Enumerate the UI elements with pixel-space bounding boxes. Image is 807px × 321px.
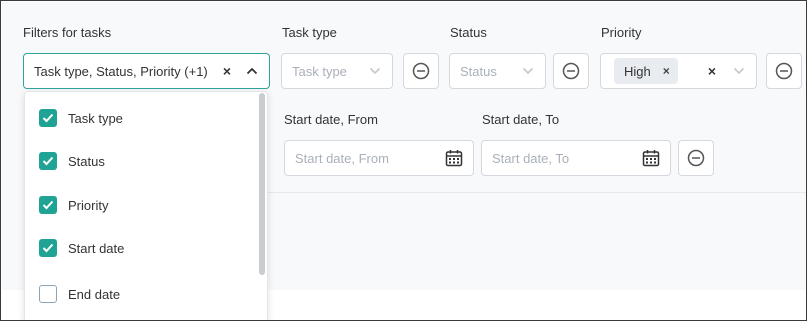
option-label: Task type [68, 110, 123, 126]
option-priority[interactable]: Priority [39, 195, 108, 215]
chevron-down-icon [368, 64, 382, 78]
checkbox[interactable] [39, 239, 57, 257]
close-icon[interactable]: × [708, 63, 716, 79]
chevron-down-icon [732, 64, 746, 78]
option-label: Priority [68, 197, 109, 213]
calendar-icon[interactable] [642, 149, 660, 167]
priority-label: Priority [601, 25, 642, 40]
task-type-label: Task type [282, 25, 337, 40]
option-label: Start date [68, 240, 125, 256]
filters-dropdown: Task type Status Priority Start date End… [24, 91, 268, 320]
start-date-from-label: Start date, From [284, 112, 378, 127]
scrollbar-thumb[interactable] [259, 93, 265, 275]
chevron-down-icon [521, 64, 535, 78]
task-type-placeholder: Task type [292, 63, 347, 79]
status-placeholder: Status [460, 63, 497, 79]
option-label: End date [68, 286, 121, 302]
remove-priority-button[interactable] [766, 53, 802, 89]
check-icon [42, 243, 54, 253]
priority-chip[interactable]: High × [614, 58, 678, 84]
minus-circle-icon [412, 62, 430, 80]
chevron-up-icon[interactable] [245, 64, 259, 78]
filters-select-value: Task type, Status, Priority (+1) [34, 63, 208, 79]
window: Filters for tasks Task type Status Prior… [0, 0, 807, 321]
start-date-to-placeholder: Start date, To [492, 150, 570, 166]
checkbox[interactable] [39, 196, 57, 214]
checkbox[interactable] [39, 152, 57, 170]
remove-start-date-button[interactable] [678, 140, 714, 176]
priority-select[interactable]: High × × [600, 53, 757, 89]
option-end-date[interactable]: End date [39, 284, 120, 304]
dropdown-scrollbar[interactable] [258, 93, 266, 320]
priority-chip-label: High [624, 63, 651, 79]
option-start-date[interactable]: Start date [39, 238, 124, 258]
remove-status-button[interactable] [553, 53, 589, 89]
checkbox[interactable] [39, 109, 57, 127]
check-icon [42, 113, 54, 123]
option-label: Status [68, 153, 105, 169]
option-task-type[interactable]: Task type [39, 108, 123, 128]
start-date-to-input[interactable]: Start date, To [481, 140, 671, 176]
start-date-from-placeholder: Start date, From [295, 150, 389, 166]
minus-circle-icon [562, 62, 580, 80]
status-select[interactable]: Status [449, 53, 546, 89]
calendar-icon[interactable] [445, 149, 463, 167]
divider [266, 192, 806, 193]
option-status[interactable]: Status [39, 151, 105, 171]
checkbox[interactable] [39, 285, 57, 303]
chip-close-icon[interactable]: × [663, 64, 670, 78]
status-label: Status [450, 25, 487, 40]
task-type-select[interactable]: Task type [281, 53, 393, 89]
remove-task-type-button[interactable] [403, 53, 439, 89]
check-icon [42, 200, 54, 210]
filters-select[interactable]: Task type, Status, Priority (+1) × [23, 53, 270, 89]
close-icon[interactable]: × [223, 63, 231, 79]
start-date-to-label: Start date, To [482, 112, 560, 127]
minus-circle-icon [687, 149, 705, 167]
check-icon [42, 156, 54, 166]
filters-label: Filters for tasks [23, 25, 112, 40]
start-date-from-input[interactable]: Start date, From [284, 140, 474, 176]
minus-circle-icon [775, 62, 793, 80]
